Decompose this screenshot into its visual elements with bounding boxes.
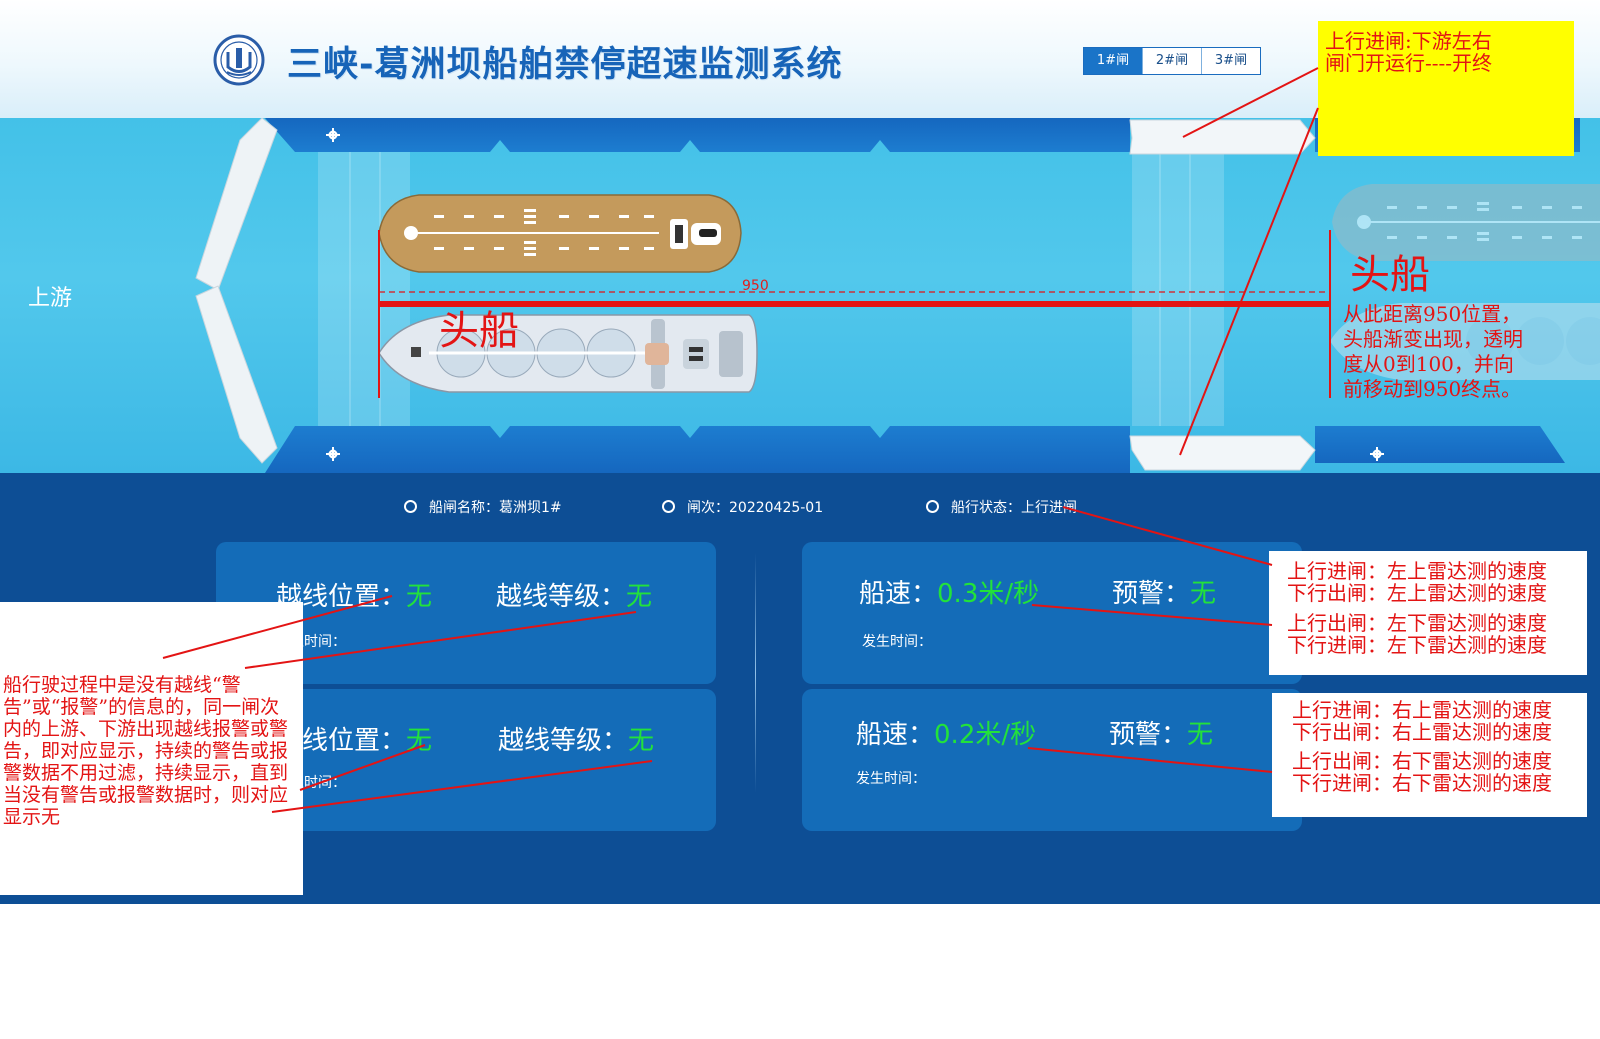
head-ship-label-right: 头船 [1350,252,1430,298]
circle-icon [662,500,675,513]
lock-batch-text: 闸次：20220425-01 [687,500,824,516]
annotation-radar-box-upper: 上行进闸：左上雷达测的速度 下行出闸：左上雷达测的速度 上行出闸：左下雷达测的速… [1269,551,1587,675]
logo-icon [213,34,265,86]
occurrence-time: 发生时间： [862,634,932,650]
tanker-ship-icon [378,314,758,393]
warning-value: 无 [1187,720,1214,750]
annotation-left-note: 船行驶过程中是没有越线“警告”或“报警”的信息的，同一闸次内的上游、下游出现越线… [3,674,289,828]
cargo-ship-icon [378,194,742,273]
lock-name-info: 船闸名称：葛洲坝1# [404,497,562,517]
ship-speed: 船速：0.3米/秒 [859,579,1040,609]
lock-batch-info: 闸次：20220425-01 [662,497,823,517]
annotation-radar-line: 下行出闸：左上雷达测的速度 [1287,581,1547,605]
top-wall [265,118,1130,152]
warning: 预警：无 [1112,579,1217,609]
bottom-wall-right [1315,426,1565,463]
ship-status-label: 船行状态： [951,500,1021,516]
annotation-radar-box-lower: 上行进闸：右上雷达测的速度 下行出闸：右上雷达测的速度 上行出闸：右下雷达测的速… [1272,693,1587,817]
crossing-level: 越线等级：无 [498,726,655,756]
lock-chamber-view: 上游 950 头船 头船 [0,118,1600,473]
app-title: 三峡-葛洲坝船舶禁停超速监测系统 [287,45,843,85]
upstream-gate-lower [195,285,278,464]
left-radar-speed-card: 船速：0.3米/秒 预警：无 发生时间： [802,542,1302,684]
annotation-radar-line: 下行进闸：左下雷达测的速度 [1287,633,1547,657]
tab-lock-3[interactable]: 3#闸 [1201,48,1260,74]
distance-label: 950 [742,278,769,294]
downstream-gate-top [1129,119,1316,155]
upstream-label: 上游 [28,286,73,311]
circle-icon [404,500,417,513]
bottom-wall [265,426,1130,473]
lock-tabs: 1#闸 2#闸 3#闸 [1083,47,1261,75]
annotation-radar-line: 上行进闸：右上雷达测的速度 [1292,698,1552,722]
crossing-level: 越线等级：无 [496,582,653,612]
tab-lock-1[interactable]: 1#闸 [1084,48,1142,74]
ship-speed-value: 0.3米/秒 [937,579,1040,609]
upstream-gate-upper [195,118,278,291]
annotation-top-note: 上行进闸:下游左右闸门开运行----开终 [1325,29,1493,75]
annotation-radar-line: 上行出闸：左下雷达测的速度 [1287,611,1547,635]
ship-speed-value: 0.2米/秒 [934,720,1037,750]
right-radar-speed-card: 船速：0.2米/秒 预警：无 发生时间： [802,689,1302,831]
annotation-radar-line: 下行进闸：右下雷达测的速度 [1292,771,1552,795]
lock-name-text: 船闸名称：葛洲坝1# [429,500,562,516]
crossing-level-value: 无 [626,582,653,612]
warning: 预警：无 [1109,720,1214,750]
ship-status-info: 船行状态：上行进闸 [926,497,1077,517]
annotation-radar-line: 上行进闸：左上雷达测的速度 [1287,559,1547,583]
head-ship-label-left: 头船 [439,308,519,354]
crossing-position-value: 无 [406,582,433,612]
ship-status-value: 上行进闸 [1021,500,1077,516]
circle-icon [926,500,939,513]
ship-speed: 船速：0.2米/秒 [856,720,1037,750]
annotation-radar-line: 上行出闸：右下雷达测的速度 [1292,749,1552,773]
crossing-level-value: 无 [628,726,655,756]
annotation-right-note: 从此距离950位置，头船渐变出现，透明度从0到100，并向前移动到950终点。 [1343,302,1523,401]
panel-divider [755,553,756,793]
warning-value: 无 [1190,579,1217,609]
annotation-radar-line: 下行出闸：右上雷达测的速度 [1292,720,1552,744]
downstream-gate-bottom [1129,435,1316,471]
tab-lock-2[interactable]: 2#闸 [1142,48,1201,74]
crossing-position-value: 无 [406,726,433,756]
occurrence-time: 发生时间： [856,771,926,787]
